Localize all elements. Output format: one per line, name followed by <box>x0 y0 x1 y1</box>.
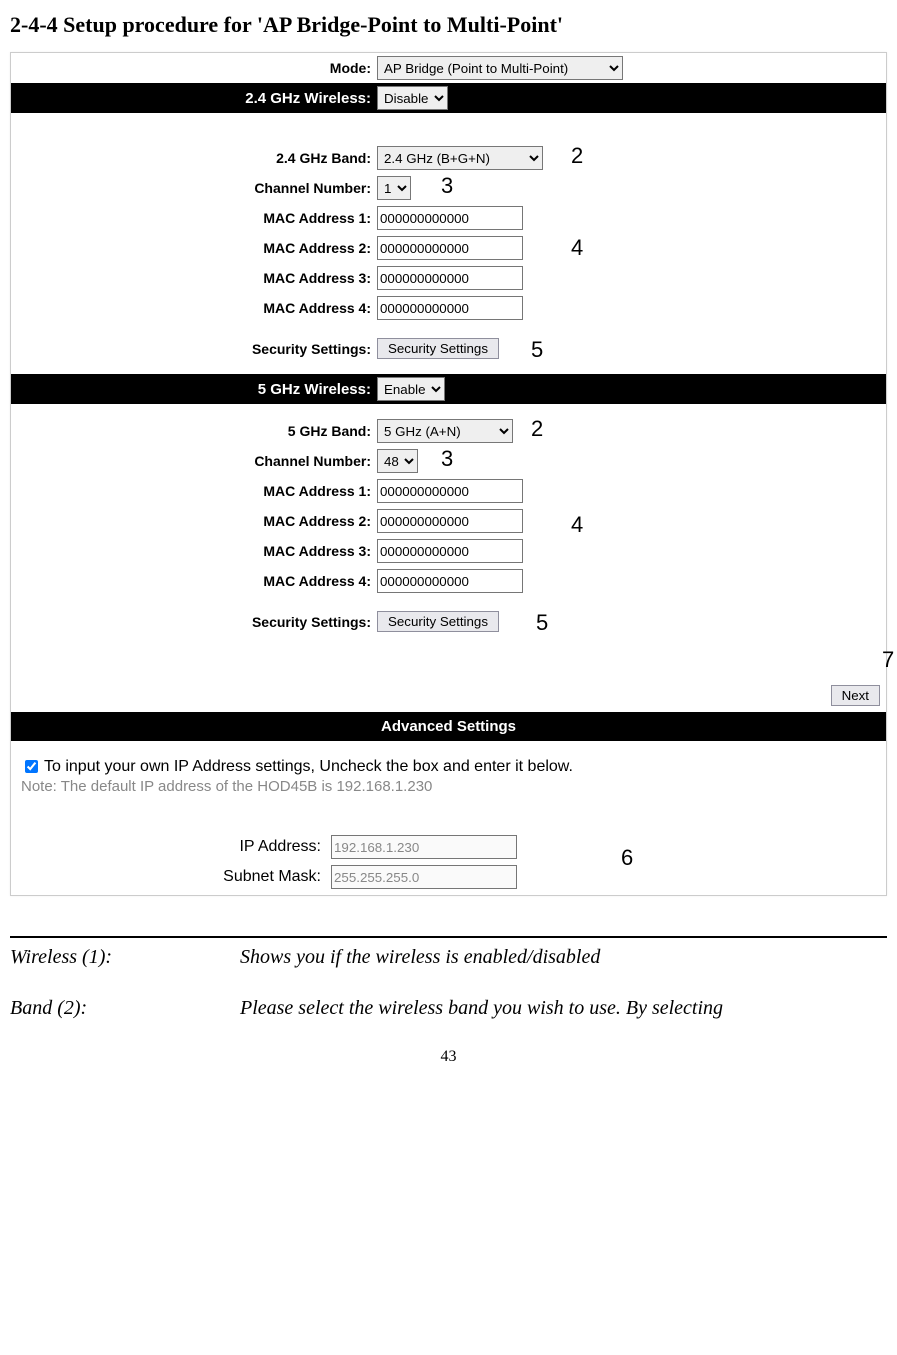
ip-note: Note: The default IP address of the HOD4… <box>21 778 876 795</box>
wireless-5-header-label: 5 GHz Wireless: <box>11 381 377 398</box>
mode-select[interactable]: AP Bridge (Point to Multi-Point) <box>377 56 623 80</box>
annotation-24-chan: 3 <box>441 173 453 199</box>
mac-24-3-input[interactable] <box>377 266 523 290</box>
desc-key-2: Band (2): <box>10 997 240 1020</box>
advanced-settings-body: To input your own IP Address settings, U… <box>11 741 886 895</box>
subnet-mask-row: Subnet Mask: <box>21 865 876 889</box>
description-table: Wireless (1): Shows you if the wireless … <box>10 946 887 1020</box>
annotation-5-band: 2 <box>531 416 543 442</box>
config-screenshot: Mode: AP Bridge (Point to Multi-Point) 2… <box>10 52 887 896</box>
mac-5-3-row: MAC Address 3: <box>11 536 886 566</box>
mac-24-4-row: MAC Address 4: <box>11 293 886 323</box>
channel-5-select[interactable]: 48 <box>377 449 418 473</box>
next-button[interactable]: Next <box>831 685 880 706</box>
ip-checkbox-row: To input your own IP Address settings, U… <box>21 757 876 776</box>
page-number: 43 <box>10 1048 887 1066</box>
mac-5-1-label: MAC Address 1: <box>11 483 377 499</box>
security-24-row: Security Settings: Security Settings 5 <box>11 335 886 362</box>
mac-24-3-label: MAC Address 3: <box>11 270 377 286</box>
next-row: Next <box>11 635 886 712</box>
mac-24-1-row: MAC Address 1: <box>11 203 886 233</box>
wireless-5-header-row: 5 GHz Wireless: Enable <box>11 374 886 404</box>
mode-label: Mode: <box>11 60 377 76</box>
description-divider <box>10 936 887 938</box>
desc-val-2: Please select the wireless band you wish… <box>240 997 723 1020</box>
mac-5-4-input[interactable] <box>377 569 523 593</box>
security-5-label: Security Settings: <box>11 614 377 630</box>
desc-row-1: Wireless (1): Shows you if the wireless … <box>10 946 887 969</box>
desc-key-1: Wireless (1): <box>10 946 240 969</box>
band-5-label: 5 GHz Band: <box>11 423 377 439</box>
page-title: 2-4-4 Setup procedure for 'AP Bridge-Poi… <box>10 12 887 38</box>
mac-24-3-row: MAC Address 3: <box>11 263 886 293</box>
mac-5-3-label: MAC Address 3: <box>11 543 377 559</box>
mac-24-2-row: MAC Address 2: 4 <box>11 233 886 263</box>
mac-5-1-row: MAC Address 1: <box>11 476 886 506</box>
channel-5-row: Channel Number: 48 3 <box>11 446 886 476</box>
ip-address-label: IP Address: <box>21 838 331 856</box>
mac-24-4-label: MAC Address 4: <box>11 300 377 316</box>
ip-checkbox-text: To input your own IP Address settings, U… <box>44 758 573 776</box>
annotation-24-band: 2 <box>571 143 583 169</box>
ip-address-row: IP Address: 6 <box>21 835 876 859</box>
band-5-row: 5 GHz Band: 5 GHz (A+N) 2 <box>11 416 886 446</box>
band-24-select[interactable]: 2.4 GHz (B+G+N) <box>377 146 543 170</box>
advanced-settings-header: Advanced Settings <box>11 712 886 741</box>
channel-24-row: Channel Number: 1 3 <box>11 173 886 203</box>
mac-24-1-label: MAC Address 1: <box>11 210 377 226</box>
annotation-5-mac: 4 <box>571 512 583 538</box>
wireless-24-header-label: 2.4 GHz Wireless: <box>11 90 377 107</box>
mac-5-1-input[interactable] <box>377 479 523 503</box>
channel-24-label: Channel Number: <box>11 180 377 196</box>
channel-5-label: Channel Number: <box>11 453 377 469</box>
mac-24-2-input[interactable] <box>377 236 523 260</box>
mac-5-3-input[interactable] <box>377 539 523 563</box>
mac-5-2-row: MAC Address 2: 4 <box>11 506 886 536</box>
wireless-5-enable-select[interactable]: Enable <box>377 377 445 401</box>
annotation-5-chan: 3 <box>441 446 453 472</box>
desc-val-1: Shows you if the wireless is enabled/dis… <box>240 946 600 969</box>
mac-5-2-label: MAC Address 2: <box>11 513 377 529</box>
mac-5-4-row: MAC Address 4: <box>11 566 886 596</box>
mode-row: Mode: AP Bridge (Point to Multi-Point) <box>11 53 886 83</box>
wireless-24-enable-select[interactable]: Disable <box>377 86 448 110</box>
security-5-button[interactable]: Security Settings <box>377 611 499 632</box>
annotation-24-sec: 5 <box>531 337 543 363</box>
ip-address-input[interactable] <box>331 835 517 859</box>
subnet-mask-label: Subnet Mask: <box>21 868 331 886</box>
desc-row-2: Band (2): Please select the wireless ban… <box>10 997 887 1020</box>
band-24-label: 2.4 GHz Band: <box>11 150 377 166</box>
mac-5-2-input[interactable] <box>377 509 523 533</box>
security-24-button[interactable]: Security Settings <box>377 338 499 359</box>
security-24-label: Security Settings: <box>11 341 377 357</box>
annotation-5-sec: 5 <box>536 610 548 636</box>
band-24-row: 2.4 GHz Band: 2.4 GHz (B+G+N) 2 <box>11 143 886 173</box>
ip-checkbox[interactable] <box>25 760 38 773</box>
mac-24-2-label: MAC Address 2: <box>11 240 377 256</box>
channel-24-select[interactable]: 1 <box>377 176 411 200</box>
mac-24-4-input[interactable] <box>377 296 523 320</box>
annotation-24-mac: 4 <box>571 235 583 261</box>
subnet-mask-input[interactable] <box>331 865 517 889</box>
wireless-24-header-row: 2.4 GHz Wireless: Disable <box>11 83 886 113</box>
mac-5-4-label: MAC Address 4: <box>11 573 377 589</box>
band-5-select[interactable]: 5 GHz (A+N) <box>377 419 513 443</box>
mac-24-1-input[interactable] <box>377 206 523 230</box>
security-5-row: Security Settings: Security Settings 5 <box>11 608 886 635</box>
